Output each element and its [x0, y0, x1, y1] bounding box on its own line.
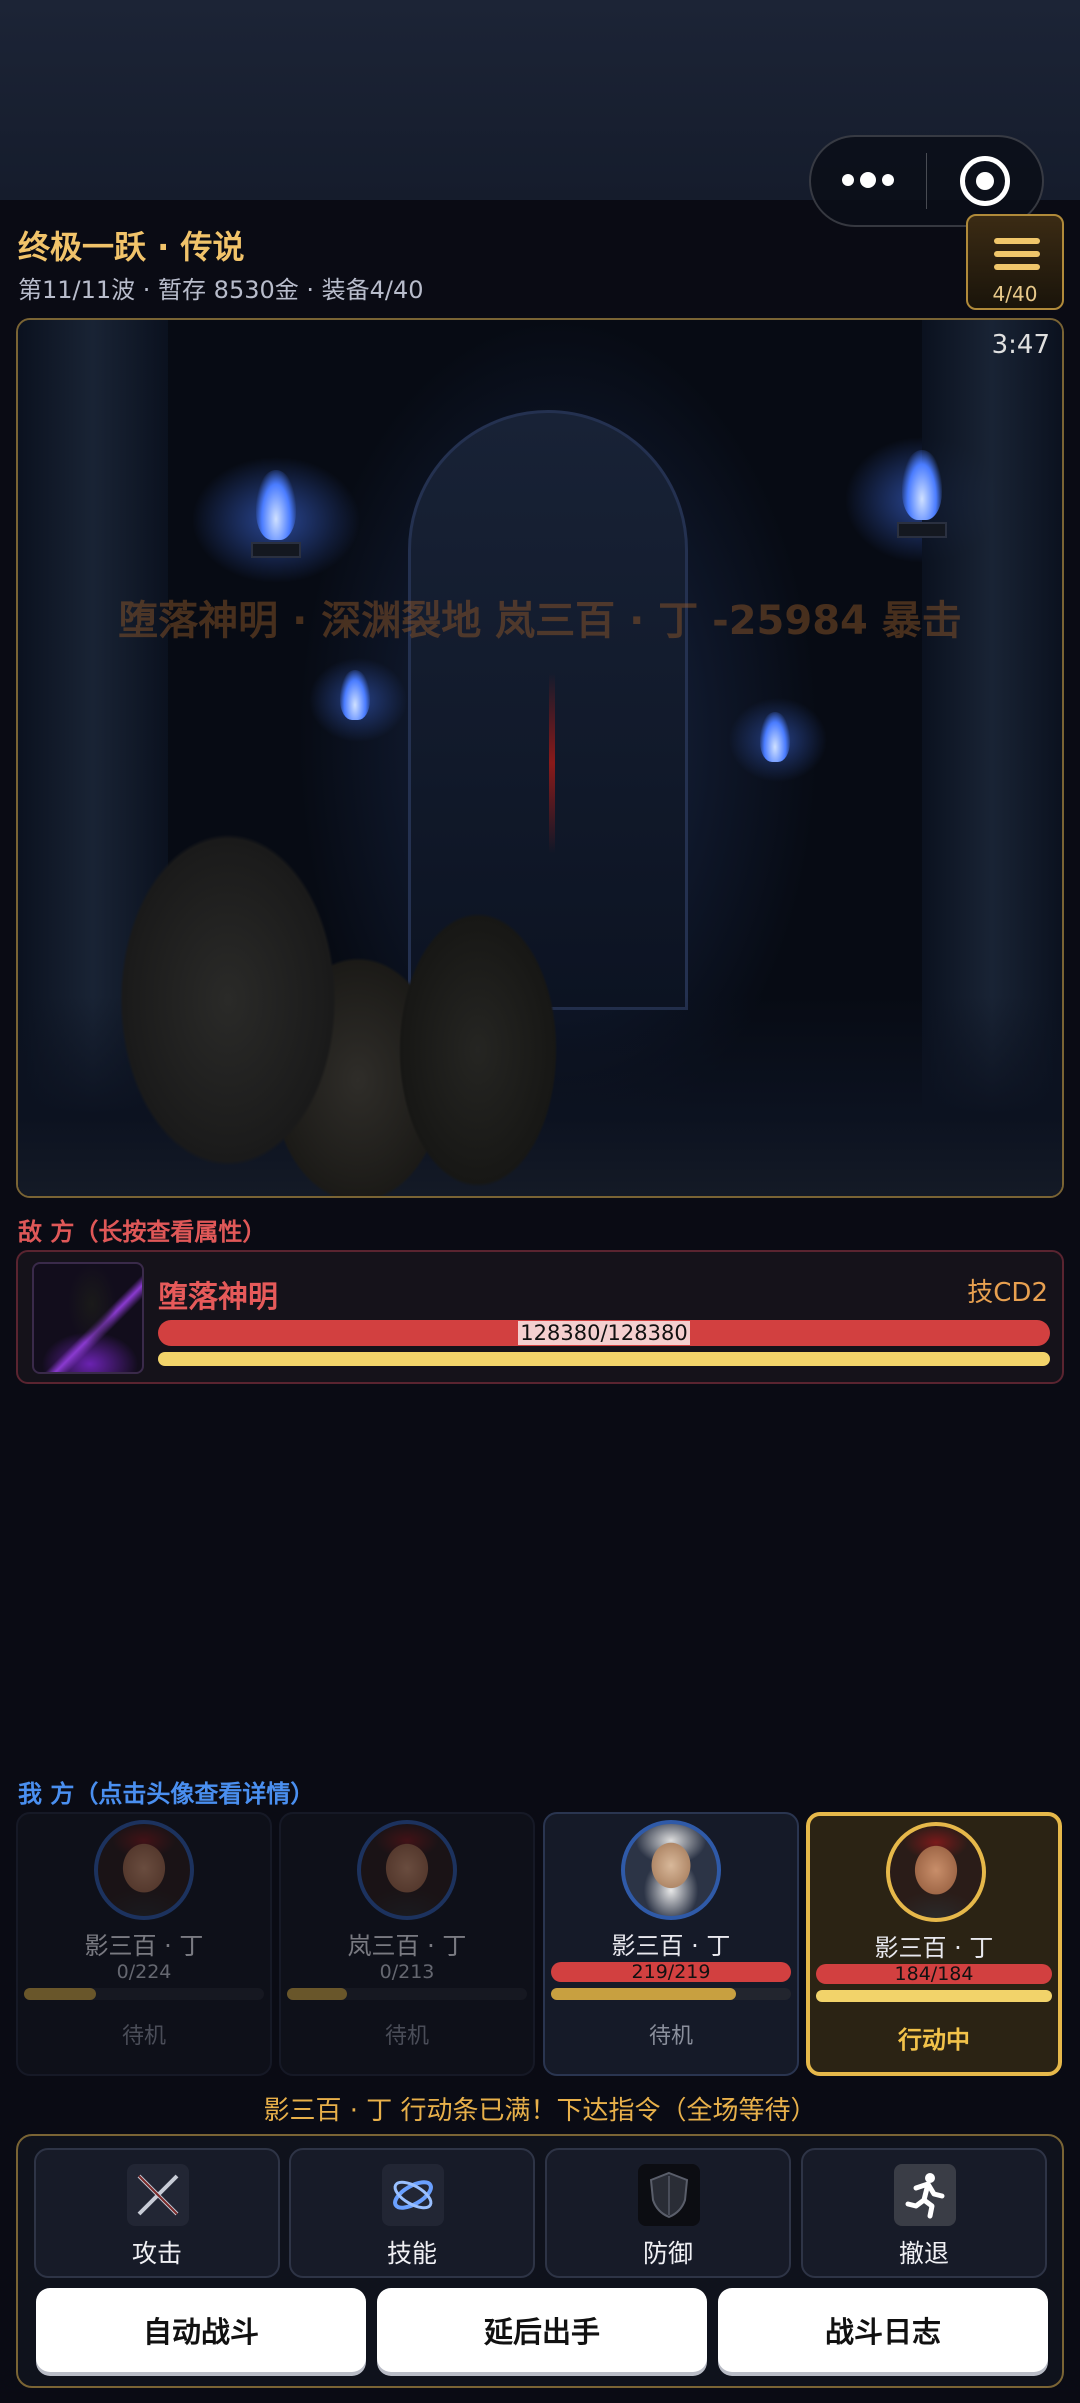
attack-label: 攻击 — [131, 2239, 182, 2268]
magic-swirl-icon — [382, 2164, 444, 2226]
torch-holder — [897, 522, 947, 538]
hero-card[interactable]: 岚三百 · 丁 0/213 待机 — [279, 1812, 535, 2076]
enemy-skill-cooldown: 技CD2 — [967, 1278, 1048, 1308]
retreat-label: 撤退 — [898, 2239, 949, 2268]
hero-status: 行动中 — [898, 2026, 970, 2054]
hero-action-bar — [551, 1988, 791, 2000]
turn-notice: 影三百 · 丁 行动条已满！下达指令（全场等待） — [263, 2096, 817, 2126]
shield-icon — [638, 2164, 700, 2226]
hero-card-active[interactable]: 影三百 · 丁 184/184 行动中 — [806, 1812, 1062, 2076]
torch-flame-icon — [760, 712, 790, 762]
skill-button[interactable]: 技能 — [289, 2148, 535, 2278]
enemy-card[interactable]: 堕落神明 技CD2 128380/128380 — [16, 1250, 1064, 1384]
auto-battle-button[interactable]: 自动战斗 — [36, 2288, 366, 2372]
hero-action-bar — [24, 1988, 264, 2000]
torch-flame-icon — [256, 470, 296, 540]
battle-scene: 堕落神明 · 深渊裂地 岚三百 · 丁 -25984 暴击 3:47 — [16, 318, 1064, 1198]
enemy-avatar[interactable] — [32, 1262, 144, 1374]
retreat-button[interactable]: 撤退 — [801, 2148, 1047, 2278]
inventory-button[interactable]: 4/40 — [966, 214, 1064, 310]
enemy-name: 堕落神明 — [158, 1280, 278, 1315]
skill-label: 技能 — [386, 2239, 437, 2268]
hero-name: 影三百 · 丁 — [611, 1932, 731, 1960]
stage-subtitle: 第11/11波 · 暂存 8530金 · 装备4/40 — [18, 276, 424, 304]
hero-hp: 219/219 — [551, 1962, 791, 1982]
hero-status: 待机 — [121, 2024, 166, 2049]
hero-hp: 0/224 — [116, 1961, 172, 1983]
hero-avatar[interactable] — [886, 1822, 986, 1922]
battle-timer: 3:47 — [991, 330, 1050, 360]
torch-holder — [251, 542, 301, 558]
hero-avatar[interactable] — [94, 1820, 194, 1920]
torch-flame-icon — [340, 670, 370, 720]
command-panel: 攻击 技能 防御 撤退 自动战斗 延后出手 战斗日志 — [16, 2134, 1064, 2388]
defend-label: 防御 — [642, 2239, 693, 2268]
fallen-angel-statue — [58, 740, 618, 1196]
hero-name: 岚三百 · 丁 — [347, 1932, 467, 1960]
hero-hp: 0/213 — [379, 1961, 435, 1983]
hero-action-bar — [816, 1990, 1052, 2002]
enemy-hp-bar: 128380/128380 — [158, 1320, 1050, 1346]
menu-list-icon — [994, 238, 1040, 277]
defend-button[interactable]: 防御 — [545, 2148, 791, 2278]
crossed-swords-icon — [127, 2164, 189, 2226]
hero-card[interactable]: 影三百 · 丁 0/224 待机 — [16, 1812, 272, 2076]
hero-card[interactable]: 影三百 · 丁 219/219 待机 — [543, 1812, 799, 2076]
enemy-hp-text: 128380/128380 — [518, 1321, 690, 1345]
running-man-icon — [894, 2164, 956, 2226]
close-target-icon[interactable] — [927, 156, 1042, 206]
hero-name: 影三百 · 丁 — [84, 1932, 204, 1960]
hero-status: 待机 — [648, 2024, 693, 2049]
hero-action-bar — [287, 1988, 527, 2000]
hero-status: 待机 — [384, 2024, 429, 2049]
inventory-count: 4/40 — [992, 282, 1038, 306]
hero-hp: 184/184 — [816, 1964, 1052, 1984]
team-section-label: 我 方（点击头像查看详情） — [18, 1780, 315, 1808]
damage-popup-text: 堕落神明 · 深渊裂地 岚三百 · 丁 -25984 暴击 — [118, 598, 962, 644]
enemy-action-bar — [158, 1352, 1050, 1366]
more-menu-icon[interactable] — [811, 172, 926, 188]
torch-flame-icon — [902, 450, 942, 520]
stage-title: 终极一跃 · 传说 — [18, 228, 245, 266]
attack-button[interactable]: 攻击 — [34, 2148, 280, 2278]
hero-name: 影三百 · 丁 — [874, 1934, 994, 1962]
delay-turn-button[interactable]: 延后出手 — [377, 2288, 707, 2372]
enemy-section-label: 敌 方（长按查看属性） — [18, 1218, 267, 1246]
battle-log-button[interactable]: 战斗日志 — [718, 2288, 1048, 2372]
hero-avatar[interactable] — [621, 1820, 721, 1920]
hero-avatar[interactable] — [357, 1820, 457, 1920]
